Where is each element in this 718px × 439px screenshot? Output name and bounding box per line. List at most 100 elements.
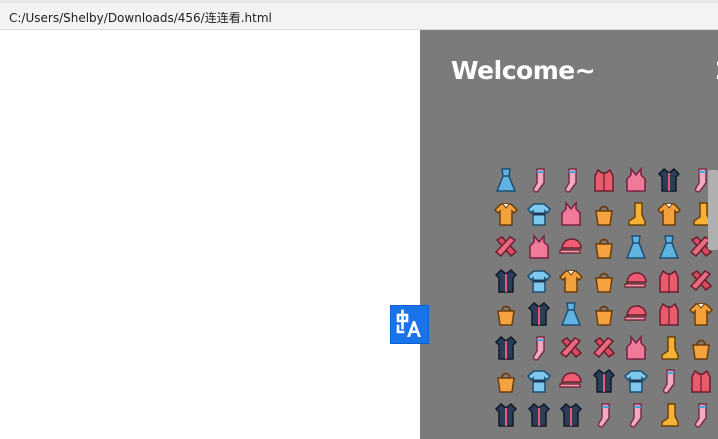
vest-tile[interactable]: [653, 265, 685, 297]
sock-icon: [629, 402, 642, 428]
cap-tile[interactable]: [620, 298, 652, 330]
translate-icon: [396, 309, 421, 337]
bag-icon: [594, 238, 613, 259]
coat-tile[interactable]: [653, 164, 685, 196]
sweater-icon: [688, 303, 714, 326]
shirt-icon: [526, 202, 551, 226]
scrollbar-thumb[interactable]: [708, 170, 718, 250]
vest-tile[interactable]: [685, 365, 717, 397]
dress-icon: [560, 302, 582, 326]
sweater-icon: [493, 202, 519, 226]
dress-icon: [658, 235, 679, 259]
vest-tile[interactable]: [653, 298, 685, 330]
address-bar: C:/Users/Shelby/Downloads/456/连连看.html: [0, 0, 718, 30]
coat-tile[interactable]: [490, 399, 522, 431]
cap-icon: [559, 238, 582, 254]
window-top-edge: [0, 0, 718, 3]
boot-tile[interactable]: [620, 198, 652, 230]
shirt-tile[interactable]: [523, 365, 555, 397]
sock-tile[interactable]: [620, 399, 652, 431]
boot-icon: [660, 335, 679, 360]
coat-tile[interactable]: [523, 399, 555, 431]
sock-tile[interactable]: [588, 399, 620, 431]
cap-icon: [624, 305, 647, 321]
bag-icon: [594, 305, 613, 326]
sock-tile[interactable]: [555, 164, 587, 196]
bag-tile[interactable]: [588, 298, 620, 330]
sweater-tile[interactable]: [685, 298, 717, 330]
dress-tile[interactable]: [490, 164, 522, 196]
bag-tile[interactable]: [490, 365, 522, 397]
coat-icon: [494, 402, 518, 427]
bag-tile[interactable]: [588, 231, 620, 263]
shirt-tile[interactable]: [523, 198, 555, 230]
game-area: Welcome~ 2: [420, 30, 718, 439]
page-blank-area: [0, 30, 420, 439]
shirt-icon: [526, 370, 551, 393]
dress-tile[interactable]: [653, 231, 685, 263]
vest-icon: [658, 302, 679, 326]
sock-icon: [564, 168, 577, 193]
vest-tile[interactable]: [588, 164, 620, 196]
sweater-tile[interactable]: [555, 265, 587, 297]
address-bar-url[interactable]: C:/Users/Shelby/Downloads/456/连连看.html: [9, 9, 272, 26]
vest-icon: [593, 168, 614, 192]
boot-tile[interactable]: [653, 399, 685, 431]
tanktop-icon: [528, 233, 549, 259]
sock-tile[interactable]: [653, 365, 685, 397]
translate-button[interactable]: [390, 305, 429, 344]
shirt-icon: [623, 370, 649, 393]
scarf-icon: [494, 236, 518, 258]
scarf-icon: [592, 336, 615, 358]
bag-tile[interactable]: [490, 298, 522, 330]
bag-icon: [692, 339, 710, 360]
shirt-tile[interactable]: [620, 365, 652, 397]
shirt-tile[interactable]: [523, 265, 555, 297]
boot-icon: [628, 201, 646, 226]
coat-tile[interactable]: [490, 265, 522, 297]
tanktop-tile[interactable]: [555, 198, 587, 230]
coat-icon: [657, 167, 680, 192]
bag-tile[interactable]: [685, 332, 717, 364]
sock-tile[interactable]: [523, 332, 555, 364]
scarf-tile[interactable]: [555, 332, 587, 364]
sock-icon: [597, 402, 610, 428]
coat-tile[interactable]: [490, 332, 522, 364]
shirt-icon: [526, 269, 551, 293]
sock-tile[interactable]: [523, 164, 555, 196]
bag-tile[interactable]: [588, 198, 620, 230]
scarf-tile[interactable]: [685, 265, 717, 297]
scarf-tile[interactable]: [490, 231, 522, 263]
coat-tile[interactable]: [555, 399, 587, 431]
vest-icon: [691, 369, 711, 393]
cap-tile[interactable]: [555, 365, 587, 397]
cap-icon: [624, 271, 647, 288]
sock-tile[interactable]: [685, 399, 717, 431]
cap-tile[interactable]: [620, 265, 652, 297]
sweater-tile[interactable]: [653, 198, 685, 230]
welcome-heading: Welcome~: [451, 56, 596, 85]
sock-icon: [662, 369, 675, 394]
boot-tile[interactable]: [653, 332, 685, 364]
scarf-tile[interactable]: [588, 332, 620, 364]
dress-tile[interactable]: [555, 298, 587, 330]
sock-icon: [694, 402, 707, 428]
bag-icon: [594, 205, 613, 226]
coat-icon: [527, 402, 550, 427]
coat-tile[interactable]: [523, 298, 555, 330]
coat-icon: [494, 335, 518, 360]
tanktop-tile[interactable]: [620, 332, 652, 364]
vest-icon: [658, 269, 679, 293]
dress-tile[interactable]: [620, 231, 652, 263]
tanktop-icon: [561, 200, 581, 226]
tanktop-tile[interactable]: [523, 231, 555, 263]
cap-tile[interactable]: [555, 231, 587, 263]
bag-tile[interactable]: [588, 265, 620, 297]
tanktop-tile[interactable]: [620, 164, 652, 196]
coat-tile[interactable]: [588, 365, 620, 397]
dress-icon: [495, 168, 517, 192]
bag-icon: [497, 305, 515, 326]
sock-icon: [532, 168, 545, 193]
sweater-tile[interactable]: [490, 198, 522, 230]
sock-icon: [532, 335, 545, 361]
